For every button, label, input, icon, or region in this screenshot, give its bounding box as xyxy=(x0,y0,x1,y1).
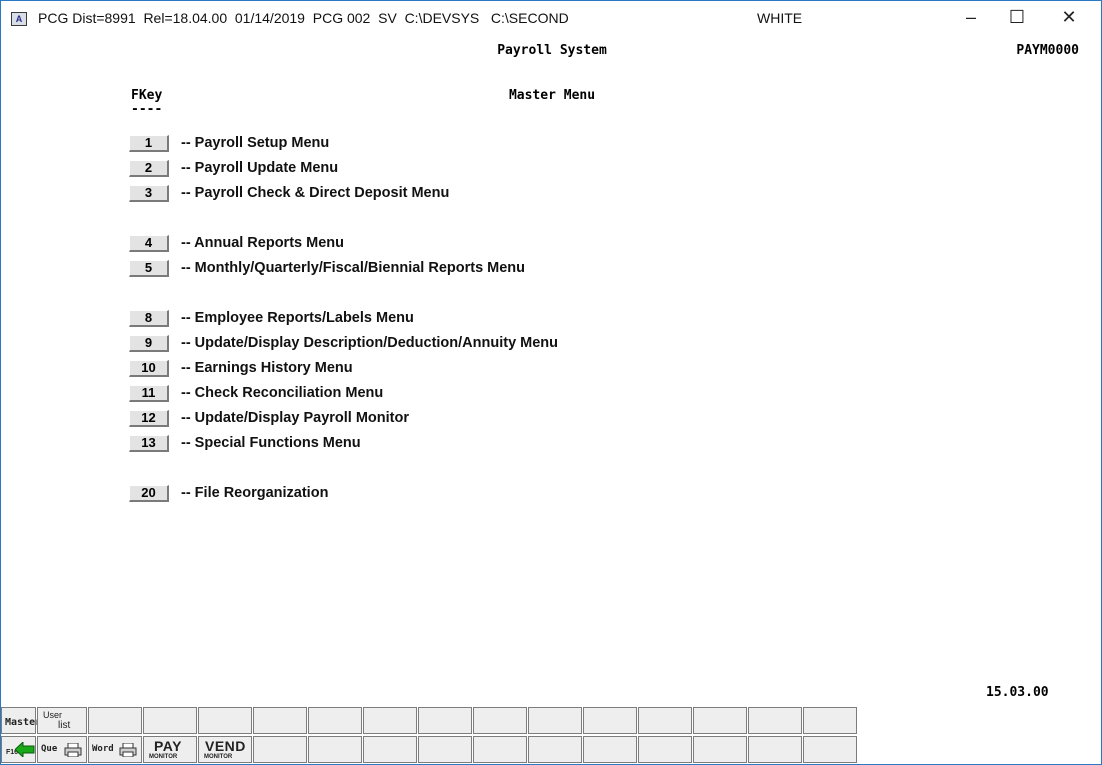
user-list-label-bottom: list xyxy=(58,720,71,731)
menu-item: 12 -- Update/Display Payroll Monitor xyxy=(129,407,409,429)
word-print-button[interactable]: Word xyxy=(88,736,142,763)
menu-item-label: -- Update/Display Description/Deduction/… xyxy=(181,335,559,351)
vend-label: VEND xyxy=(205,738,246,754)
pay-monitor-sub: MONITOR xyxy=(149,754,178,760)
toolbar-empty-button[interactable] xyxy=(253,707,307,734)
fkey-underline: ---- xyxy=(131,102,163,117)
app-icon[interactable]: A xyxy=(11,12,27,26)
back-arrow-icon xyxy=(15,742,35,757)
menu-item-label: -- Payroll Check & Direct Deposit Menu xyxy=(181,185,450,201)
toolbar-empty-button[interactable] xyxy=(638,707,692,734)
fkey-button-13[interactable]: 13 xyxy=(129,434,169,452)
screen-id: PAYM0000 xyxy=(1016,43,1079,58)
menu-item: 4 -- Annual Reports Menu xyxy=(129,232,344,254)
toolbar-empty-button[interactable] xyxy=(418,736,472,763)
maximize-button[interactable]: ☐ xyxy=(997,1,1037,33)
menu-item: 11 -- Check Reconciliation Menu xyxy=(129,382,383,404)
user-list-label-top: User xyxy=(43,710,63,720)
toolbar-empty-button[interactable] xyxy=(748,707,802,734)
toolbar-empty-button[interactable] xyxy=(88,707,142,734)
menu-item: 1 -- Payroll Setup Menu xyxy=(129,132,329,154)
toolbar-empty-button[interactable] xyxy=(363,736,417,763)
menu-item-label: -- Annual Reports Menu xyxy=(181,235,344,251)
menu-item-label: -- Payroll Update Menu xyxy=(181,160,339,176)
system-title: Payroll System xyxy=(497,43,607,58)
toolbar-empty-button[interactable] xyxy=(693,736,747,763)
color-label: WHITE xyxy=(757,10,803,26)
fkey-button-4[interactable]: 4 xyxy=(129,234,169,252)
fkey-button-9[interactable]: 9 xyxy=(129,334,169,352)
menu-item: 3 -- Payroll Check & Direct Deposit Menu xyxy=(129,182,449,204)
toolbar-empty-button[interactable] xyxy=(308,736,362,763)
f16-back-button[interactable]: F16 xyxy=(1,736,36,763)
clock-time: 15.03.00 xyxy=(986,685,1049,700)
menu-item: 13 -- Special Functions Menu xyxy=(129,432,361,454)
toolbar-empty-button[interactable] xyxy=(638,736,692,763)
fkey-button-11[interactable]: 11 xyxy=(129,384,169,402)
queue-label: Que xyxy=(41,744,58,754)
toolbar-empty-button[interactable] xyxy=(473,736,527,763)
fkey-button-12[interactable]: 12 xyxy=(129,409,169,427)
fkey-button-8[interactable]: 8 xyxy=(129,309,169,327)
toolbar-top-row: Master User list xyxy=(1,707,858,734)
vend-monitor-sub: MONITOR xyxy=(204,754,233,760)
menu-title: Master Menu xyxy=(508,88,596,103)
menu-item-label: -- File Reorganization xyxy=(181,485,329,501)
menu-item-label: -- Employee Reports/Labels Menu xyxy=(181,310,414,326)
menu-item-label: -- Monthly/Quarterly/Fiscal/Biennial Rep… xyxy=(181,260,526,276)
toolbar-empty-button[interactable] xyxy=(803,736,857,763)
word-label: Word xyxy=(92,744,114,754)
app-window: A PCG Dist=8991 Rel=18.04.00 01/14/2019 … xyxy=(0,0,1102,765)
toolbar-empty-button[interactable] xyxy=(143,707,197,734)
fkey-button-1[interactable]: 1 xyxy=(129,134,169,152)
toolbar-empty-button[interactable] xyxy=(418,707,472,734)
master-button[interactable]: Master xyxy=(1,707,41,734)
toolbar-empty-button[interactable] xyxy=(528,736,582,763)
menu-item-label: -- Update/Display Payroll Monitor xyxy=(181,410,409,426)
fkey-button-10[interactable]: 10 xyxy=(129,359,169,377)
title-bar: A PCG Dist=8991 Rel=18.04.00 01/14/2019 … xyxy=(1,1,1101,35)
printer-icon xyxy=(64,743,82,757)
vend-monitor-button[interactable]: VEND MONITOR xyxy=(198,736,252,763)
toolbar-bottom-row: F16 Que Word PAY MONITOR VEND MONITOR xyxy=(1,736,858,763)
toolbar-empty-button[interactable] xyxy=(748,736,802,763)
menu-item: 8 -- Employee Reports/Labels Menu xyxy=(129,307,414,329)
menu-item-label: -- Earnings History Menu xyxy=(181,360,353,376)
toolbar-empty-button[interactable] xyxy=(198,707,252,734)
pay-monitor-button[interactable]: PAY MONITOR xyxy=(143,736,197,763)
menu-item: 2 -- Payroll Update Menu xyxy=(129,157,338,179)
toolbar-empty-button[interactable] xyxy=(253,736,307,763)
window-title: PCG Dist=8991 Rel=18.04.00 01/14/2019 PC… xyxy=(38,10,569,26)
fkey-button-3[interactable]: 3 xyxy=(129,184,169,202)
menu-item-label: -- Special Functions Menu xyxy=(181,435,361,451)
master-label: Master xyxy=(5,717,42,728)
fkey-button-20[interactable]: 20 xyxy=(129,484,169,502)
toolbar-empty-button[interactable] xyxy=(803,707,857,734)
toolbar-empty-button[interactable] xyxy=(693,707,747,734)
minimize-button[interactable]: – xyxy=(951,1,991,33)
close-button[interactable]: ✕ xyxy=(1049,1,1089,33)
toolbar-empty-button[interactable] xyxy=(363,707,417,734)
menu-item-label: -- Payroll Setup Menu xyxy=(181,135,330,151)
menu-item: 9 -- Update/Display Description/Deductio… xyxy=(129,332,558,354)
fkey-button-2[interactable]: 2 xyxy=(129,159,169,177)
toolbar-empty-button[interactable] xyxy=(308,707,362,734)
user-list-button[interactable]: User list xyxy=(37,707,87,734)
toolbar-empty-button[interactable] xyxy=(583,707,637,734)
pay-label: PAY xyxy=(154,738,182,754)
menu-item: 10 -- Earnings History Menu xyxy=(129,357,353,379)
toolbar-empty-button[interactable] xyxy=(473,707,527,734)
queue-button[interactable]: Que xyxy=(37,736,87,763)
menu-item: 5 -- Monthly/Quarterly/Fiscal/Biennial R… xyxy=(129,257,525,279)
fkey-button-5[interactable]: 5 xyxy=(129,259,169,277)
toolbar-empty-button[interactable] xyxy=(583,736,637,763)
toolbar-empty-button[interactable] xyxy=(528,707,582,734)
menu-item: 20 -- File Reorganization xyxy=(129,482,328,504)
menu-item-label: -- Check Reconciliation Menu xyxy=(181,385,384,401)
printer-icon xyxy=(119,743,137,757)
